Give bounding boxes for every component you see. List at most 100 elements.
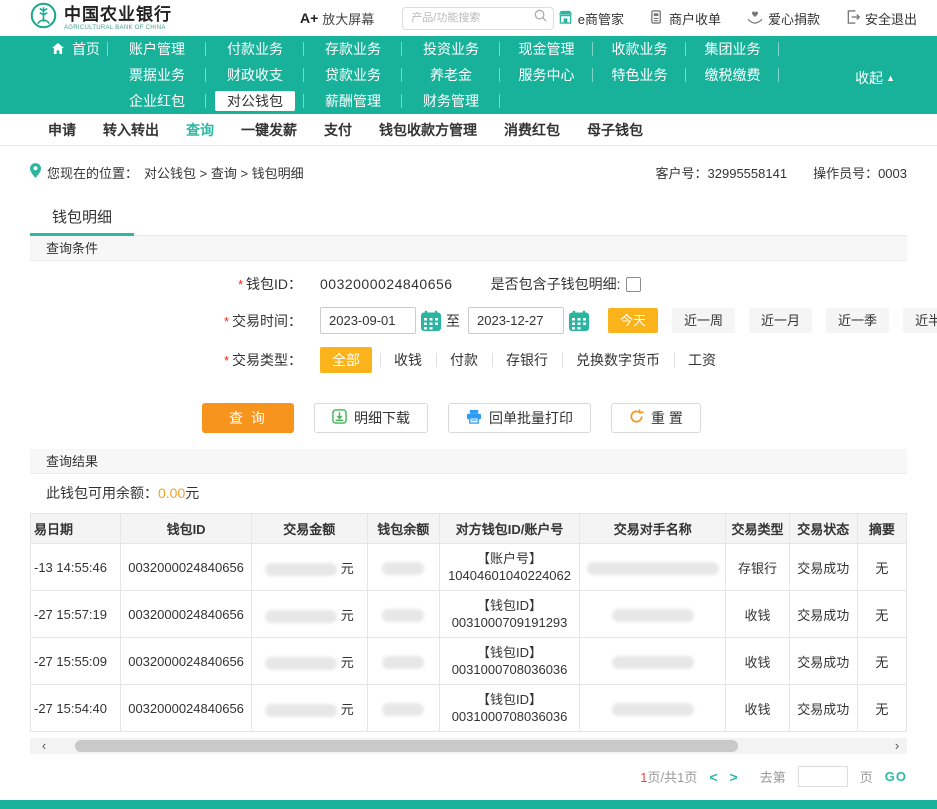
cell-balance	[367, 591, 439, 638]
transaction-time-row: *交易时间： 至 今天 近一周 近一月 近一季 近半年	[30, 307, 907, 334]
type-all[interactable]: 全部	[320, 347, 372, 373]
tab-wallet-detail[interactable]: 钱包明细	[30, 198, 134, 236]
nav-item[interactable]: 付款业务	[206, 36, 304, 62]
type-pay[interactable]: 付款	[436, 350, 492, 370]
quick-range-halfyear[interactable]: 近半年	[903, 308, 937, 333]
breadcrumb-row: 您现在的位置： 对公钱包 > 查询 > 钱包明细 客户号：32995558141…	[30, 160, 907, 184]
nav-item[interactable]: 服务中心	[500, 62, 593, 88]
nav-item[interactable]: 账户管理	[108, 36, 206, 62]
quick-range-quarter[interactable]: 近一季	[826, 308, 889, 333]
balance-value: 0.00	[158, 485, 185, 501]
time-label: 交易时间：	[232, 313, 302, 329]
include-sub-wallet-checkbox[interactable]	[626, 277, 641, 292]
screen-zoom-control[interactable]: A+ 放大屏幕	[300, 9, 374, 28]
cell-date: -27 15:57:19	[31, 591, 121, 638]
nav-item[interactable]: 养老金	[402, 62, 500, 88]
table-hscrollbar[interactable]: ‹ ›	[30, 738, 907, 754]
quick-range-month[interactable]: 近一月	[749, 308, 812, 333]
goto-page-input[interactable]	[798, 766, 848, 787]
date-to-input[interactable]	[468, 307, 564, 334]
cell-balance	[367, 544, 439, 591]
balance-unit: 元	[185, 485, 199, 501]
results-table: 易日期 钱包ID 交易金额 钱包余额 对方钱包ID/账户号 交易对手名称 交易类…	[30, 513, 907, 732]
required-mark: *	[224, 314, 229, 329]
col-balance: 钱包余额	[367, 514, 439, 544]
search-icon[interactable]	[534, 9, 547, 27]
nav-item[interactable]: 薪酬管理	[304, 88, 402, 114]
calendar-icon-to[interactable]	[568, 310, 590, 332]
location-pin-icon	[30, 163, 41, 181]
subnav-payee-mgmt[interactable]: 钱包收款方管理	[379, 120, 477, 140]
type-deposit-bank[interactable]: 存银行	[492, 350, 562, 370]
download-icon	[332, 409, 347, 427]
link-label: 爱心捐款	[768, 9, 820, 28]
query-button[interactable]: 查 询	[202, 403, 294, 433]
aplus-icon: A+	[300, 10, 318, 26]
search-input[interactable]	[411, 12, 534, 24]
cell-status: 交易成功	[789, 591, 857, 638]
type-salary[interactable]: 工资	[674, 350, 730, 370]
type-receive[interactable]: 收钱	[380, 350, 436, 370]
balance-label: 此钱包可用余额：	[46, 485, 158, 501]
col-counterparty-name: 交易对手名称	[580, 514, 726, 544]
cell-counterparty-name	[580, 544, 726, 591]
batch-print-receipt-button[interactable]: 回单批量打印	[448, 403, 591, 433]
cell-wallet-id: 0032000024840656	[121, 638, 251, 685]
subnav-pay[interactable]: 支付	[324, 120, 352, 140]
cell-balance	[367, 685, 439, 732]
scrollbar-thumb[interactable]	[75, 740, 738, 752]
date-from-input[interactable]	[320, 307, 416, 334]
redacted-balance	[382, 703, 424, 716]
nav-item[interactable]: 企业红包	[108, 88, 206, 114]
calendar-icon-from[interactable]	[420, 310, 442, 332]
prev-page-icon[interactable]: <	[709, 769, 717, 785]
nav-item[interactable]: 票据业务	[108, 62, 206, 88]
breadcrumb-path[interactable]: 对公钱包 > 查询 > 钱包明细	[144, 163, 304, 182]
quick-range-week[interactable]: 近一周	[672, 308, 735, 333]
subnav-payroll[interactable]: 一键发薪	[241, 120, 297, 140]
page-unit-label: 页	[860, 767, 873, 786]
wallet-id-value: 0032000024840656	[320, 276, 453, 292]
subnav-query-active[interactable]: 查询	[186, 120, 214, 140]
cell-summary: 无	[857, 685, 906, 732]
link-safe-exit[interactable]: 安全退出	[846, 9, 917, 28]
subnav-transfer[interactable]: 转入转出	[103, 120, 159, 140]
cell-counterparty-name	[580, 591, 726, 638]
nav-item[interactable]: 特色业务	[593, 62, 686, 88]
link-donation[interactable]: 爱心捐款	[747, 9, 820, 28]
go-button[interactable]: GO	[885, 769, 907, 784]
nav-collapse-button[interactable]: 收起 ▲	[855, 68, 895, 88]
query-conditions-header: 查询条件	[30, 236, 907, 261]
nav-item[interactable]: 缴税缴费	[686, 62, 779, 88]
link-merchant-acquiring[interactable]: 商户收单	[650, 9, 721, 28]
table-row: -13 14:55:46 0032000024840656 元 【账户号】104…	[31, 544, 907, 591]
nav-item[interactable]: 投资业务	[402, 36, 500, 62]
nav-item[interactable]: 集团业务	[686, 36, 779, 62]
nav-item-active-corporate-wallet[interactable]: 对公钱包	[206, 88, 304, 114]
subnav-apply[interactable]: 申请	[48, 120, 76, 140]
quick-range-today[interactable]: 今天	[608, 308, 658, 333]
scroll-right-icon[interactable]: ›	[889, 738, 905, 754]
tab-bar: 钱包明细	[30, 198, 907, 236]
cell-amount: 元	[251, 638, 367, 685]
nav-item[interactable]: 存款业务	[304, 36, 402, 62]
reset-button[interactable]: 重 置	[611, 403, 701, 433]
type-exchange-digital-currency[interactable]: 兑换数字货币	[562, 350, 674, 370]
link-e-merchant[interactable]: e商管家	[558, 9, 624, 28]
next-page-icon[interactable]: >	[730, 769, 738, 785]
nav-item[interactable]: 现金管理	[500, 36, 593, 62]
nav-item[interactable]: 贷款业务	[304, 62, 402, 88]
nav-home[interactable]: 首页	[44, 36, 108, 62]
nav-item[interactable]: 财政收支	[206, 62, 304, 88]
nav-item[interactable]: 财务管理	[402, 88, 500, 114]
reset-label: 重 置	[651, 408, 683, 428]
download-detail-button[interactable]: 明细下载	[314, 403, 428, 433]
subnav-parent-child-wallet[interactable]: 母子钱包	[587, 120, 643, 140]
cell-counterparty-name	[580, 685, 726, 732]
cell-wallet-id: 0032000024840656	[121, 544, 251, 591]
scroll-left-icon[interactable]: ‹	[36, 738, 52, 754]
page: 中国农业银行 AGRICULTURAL BANK OF CHINA A+ 放大屏…	[0, 0, 937, 809]
cell-status: 交易成功	[789, 544, 857, 591]
subnav-red-packet[interactable]: 消费红包	[504, 120, 560, 140]
nav-item[interactable]: 收款业务	[593, 36, 686, 62]
